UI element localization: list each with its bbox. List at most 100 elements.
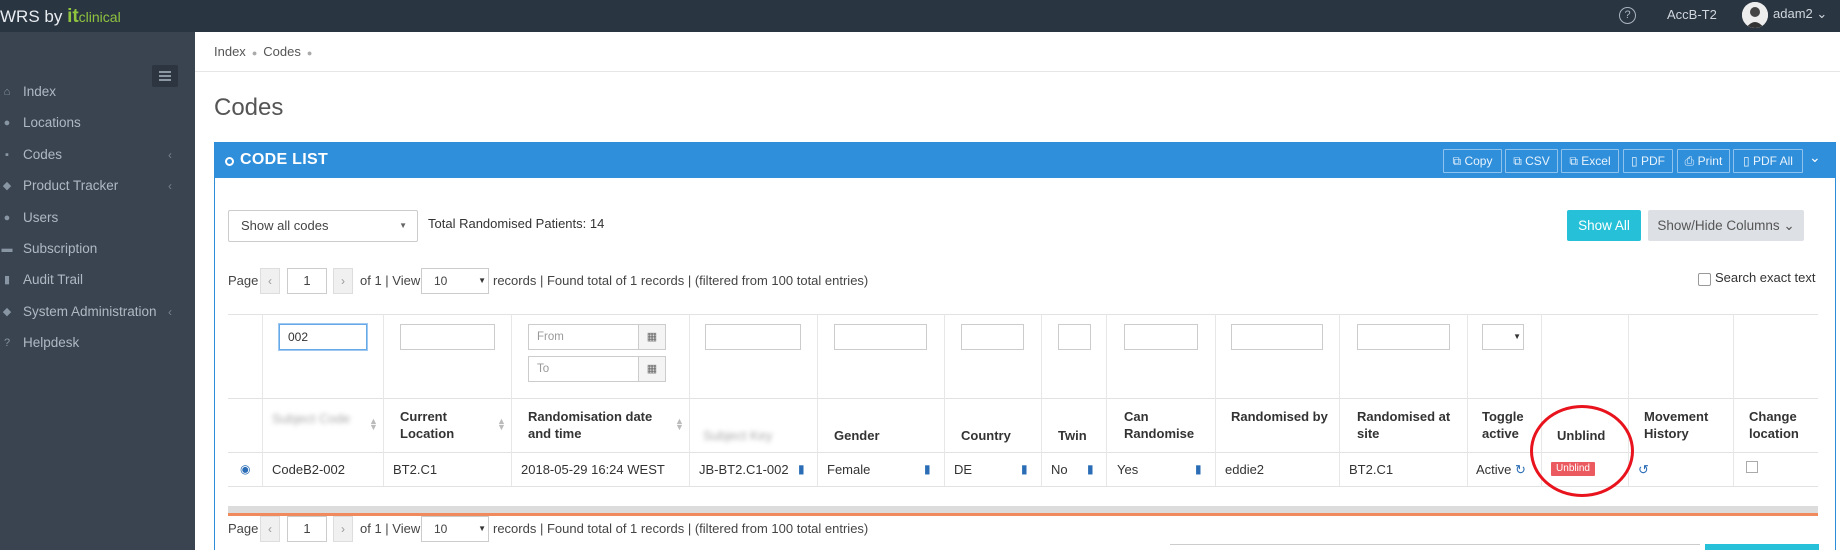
csv-button[interactable]: ⧉ CSV [1505,149,1558,173]
view-eye-icon[interactable]: ◉ [240,462,250,476]
calendar-icon[interactable]: ▦ [638,324,666,350]
change-location-checkbox[interactable] [1746,461,1758,473]
sidebar-item-index[interactable]: ⌂ Index [0,77,195,107]
code-filter-input[interactable]: 002 [279,324,367,350]
column-header-movement-history[interactable]: Movement History [1644,408,1724,442]
randomised-by-filter-input[interactable] [1231,324,1323,350]
column-header-randomised-site[interactable]: Randomised at site [1357,408,1457,442]
page-size-value: 10 [434,274,448,288]
show-hide-columns-button[interactable]: Show/Hide Columns ⌄ [1648,210,1804,241]
pdf-button[interactable]: ▯ PDF [1623,149,1673,173]
page-number-input[interactable]: 1 [287,516,327,542]
column-header-randomisation-date[interactable]: Randomisation date and time [528,408,668,442]
book-icon[interactable]: ▮ [1195,462,1202,476]
sidebar-item-system-administration[interactable]: ◆ System Administration ‹ [0,297,195,327]
breadcrumb-separator: ● [306,48,313,58]
sort-icon[interactable]: ▲ ▼ [369,417,378,432]
cell-active: Active [1476,462,1512,477]
next-page-button[interactable]: › [333,516,353,542]
subject-key-filter-input[interactable] [705,324,801,350]
column-header-toggle-active[interactable]: Toggle active [1482,408,1537,442]
bottom-input[interactable] [1170,544,1700,550]
prev-page-button[interactable]: ‹ [260,268,280,294]
twin-filter-input[interactable] [1058,324,1091,350]
column-header-subject-key[interactable]: Subject Key [703,427,803,444]
sidebar-item-users[interactable]: ● Users [0,203,195,233]
help-icon[interactable]: ? [1619,7,1636,24]
brand-it: it [67,6,79,27]
column-header-change-location[interactable]: Change location [1749,408,1813,442]
show-all-button[interactable]: Show All [1567,210,1641,241]
chevron-left-icon: ‹ [168,179,172,193]
column-header-twin[interactable]: Twin [1058,427,1087,444]
book-icon[interactable]: ▮ [798,462,805,476]
book-icon[interactable]: ▮ [1087,462,1094,476]
cell-location: BT2.C1 [393,462,438,477]
horizontal-scrollbar[interactable] [228,506,1818,516]
page-size-select[interactable]: 10 ▼ [421,268,489,294]
sidebar-item-label: Subscription [23,241,98,256]
bottom-button[interactable] [1705,544,1819,550]
sidebar-item-product-tracker[interactable]: ◆ Product Tracker ‹ [0,171,195,201]
page-size-select[interactable]: 10 ▼ [421,516,489,542]
date-from-input[interactable]: From [528,324,639,350]
chevron-down-icon[interactable]: ⌄ [1809,149,1821,166]
sidebar-item-locations[interactable]: ● Locations [0,108,195,138]
sidebar-item-label: Locations [23,115,81,130]
brand-logo[interactable]: WRS by itclinical [0,6,121,28]
randomised-site-filter-input[interactable] [1357,324,1450,350]
gender-filter-input[interactable] [834,324,927,350]
pdf-all-button[interactable]: ▯ PDF All [1733,149,1803,173]
breadcrumb-index[interactable]: Index [214,44,246,59]
pdf-all-label: PDF All [1752,154,1793,168]
excel-button[interactable]: ⧉ Excel [1561,149,1619,173]
sidebar-item-codes[interactable]: ▪ Codes ‹ [0,140,195,170]
breadcrumb-codes[interactable]: Codes [263,44,301,59]
prev-page-button[interactable]: ‹ [260,516,280,542]
page-number-input[interactable]: 1 [287,268,327,294]
can-randomise-filter-input[interactable] [1124,324,1198,350]
date-to-input[interactable]: To [528,356,639,382]
history-icon[interactable]: ↺ [1638,462,1649,478]
column-header-current-location[interactable]: Current Location [400,408,500,442]
column-header-randomised-by[interactable]: Randomised by [1231,408,1331,425]
chevron-left-icon: ‹ [168,148,172,162]
column-header-gender[interactable]: Gender [834,427,880,444]
sidebar-item-subscription[interactable]: ▬ Subscription [0,234,195,264]
sidebar-item-audit-trail[interactable]: ▮ Audit Trail [0,265,195,295]
column-header-subject-code[interactable]: Subject Code [272,410,352,427]
header-divider [195,71,1840,72]
next-page-button[interactable]: › [333,268,353,294]
sidebar-item-label: Audit Trail [23,272,84,287]
book-icon[interactable]: ▮ [1021,462,1028,476]
sidebar-item-helpdesk[interactable]: ? Helpdesk [0,328,195,358]
copy-button[interactable]: ⧉ Copy [1443,149,1502,173]
account-name[interactable]: AccB-T2 [1667,7,1717,22]
page-label: Page [228,273,259,288]
users-icon: ● [3,212,11,224]
pager-bottom: Page ‹ 1 › of 1 | View 10 ▼ records | Fou… [228,516,928,542]
book-icon[interactable]: ▮ [924,462,931,476]
code-filter-select[interactable]: Show all codes ▼ [228,210,418,242]
total-patients: Total Randomised Patients: 14 [428,216,605,231]
cell-subject-key: JB-BT2.C1-002 [699,462,789,477]
location-filter-input[interactable] [400,324,495,350]
column-header-can-randomise[interactable]: Can Randomise [1124,408,1204,442]
print-button[interactable]: ⎙ Print [1677,149,1730,173]
brand-prefix: WRS by [0,7,68,26]
sort-icon[interactable]: ▲ ▼ [497,417,506,432]
user-menu[interactable]: adam2 ⌄ [1773,6,1827,22]
search-exact-checkbox[interactable] [1698,273,1711,286]
column-header-country[interactable]: Country [961,427,1011,444]
country-filter-input[interactable] [961,324,1024,350]
avatar[interactable] [1742,2,1768,28]
home-icon: ⌂ [3,86,11,98]
refresh-icon[interactable]: ↻ [1515,462,1526,478]
code-icon: ▪ [5,149,9,161]
print-label: Print [1697,154,1723,168]
excel-icon: ⧉ [1569,154,1578,168]
active-filter-select[interactable]: ▼ [1482,324,1524,350]
sidebar-item-label: Codes [23,147,63,162]
sort-icon[interactable]: ▲ ▼ [675,417,684,432]
calendar-icon[interactable]: ▦ [638,356,666,382]
